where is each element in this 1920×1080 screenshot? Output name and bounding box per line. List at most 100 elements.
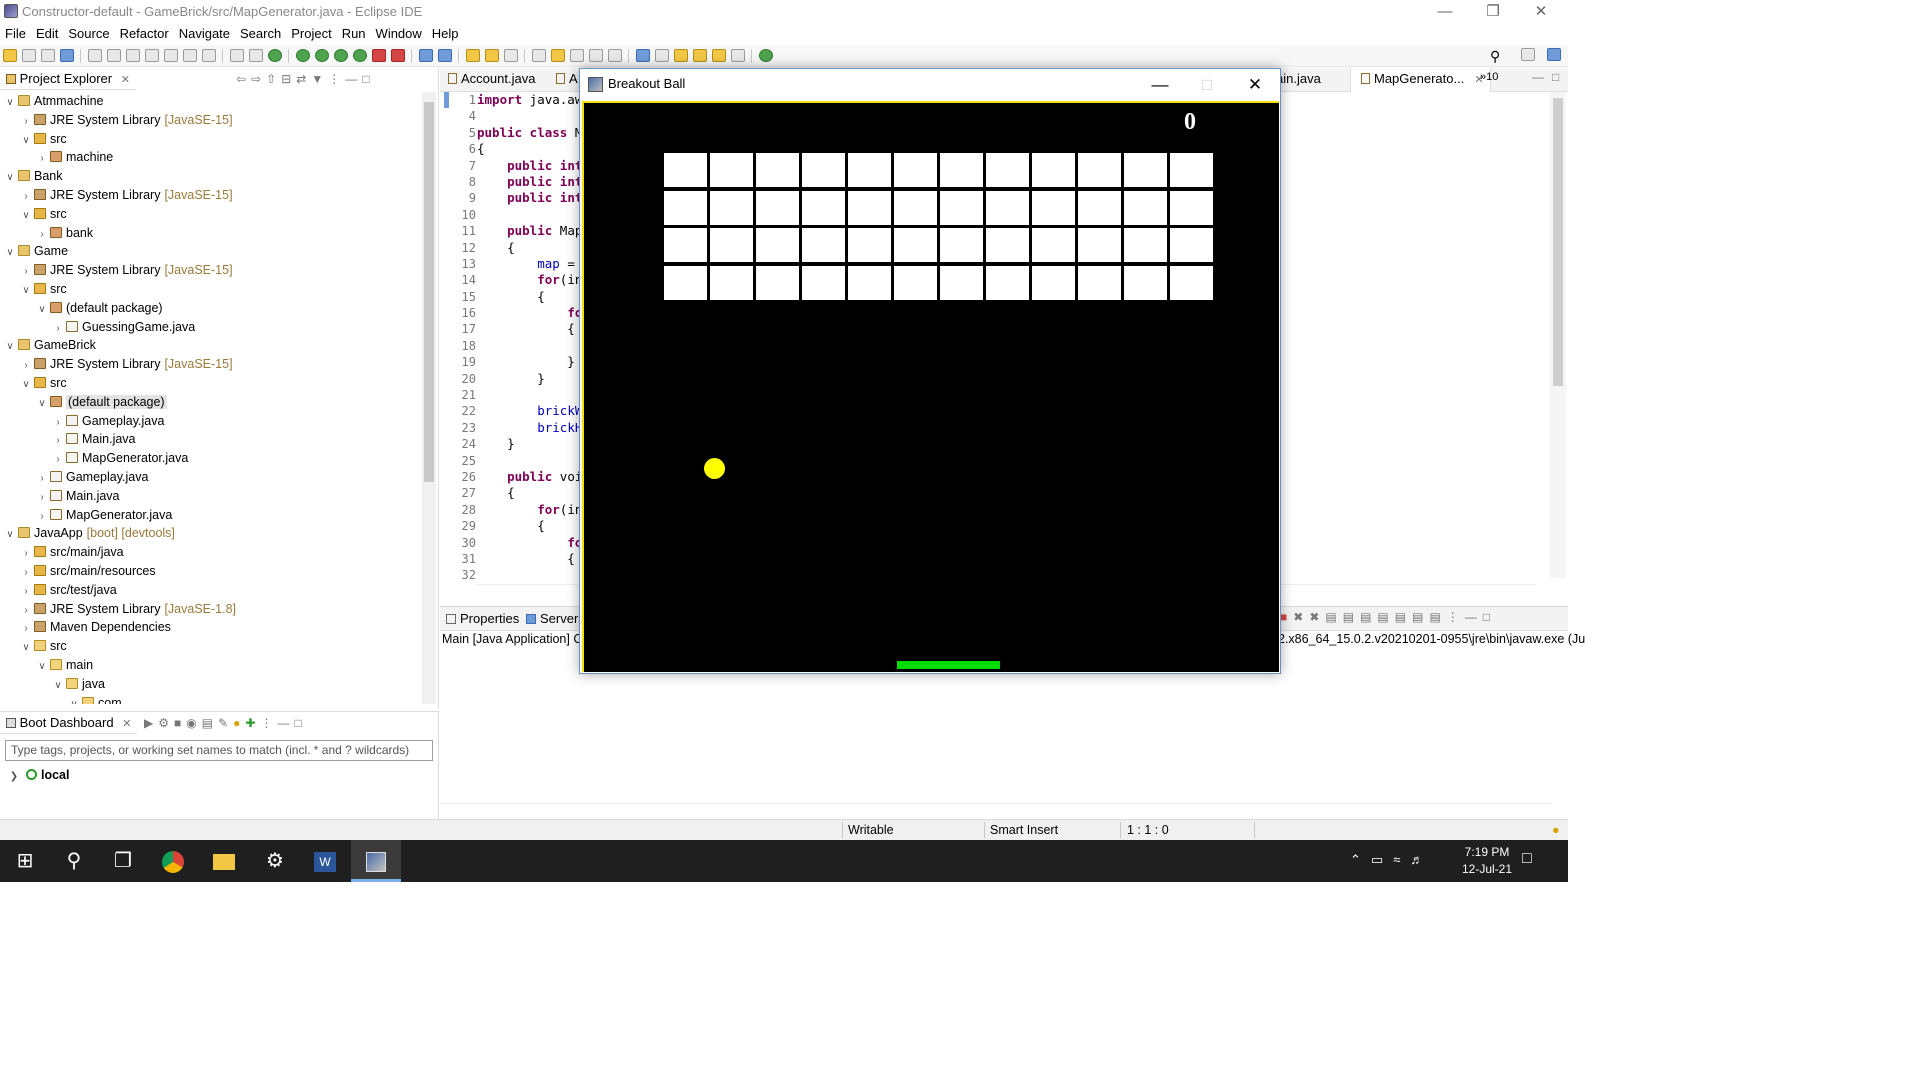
chevron-down-icon[interactable]: ∨ [4,337,16,356]
tree-item[interactable]: ∨ Atmmachine [0,92,103,111]
word-wrap-icon[interactable] [589,49,603,62]
chevron-down-icon[interactable]: ∨ [36,394,48,413]
chevron-down-icon[interactable]: ∨ [4,243,16,262]
open-type-icon[interactable] [466,49,480,62]
filter-input[interactable]: Type tags, projects, or working set name… [5,740,433,761]
tab-account-java[interactable]: Account.java [448,71,535,86]
chevron-right-icon[interactable]: › [20,356,32,375]
link-editor-icon[interactable]: ⇄ [296,72,311,86]
chevron-down-icon[interactable]: ∨ [52,676,64,695]
minimize-icon[interactable]: — [1422,0,1468,24]
tree-item[interactable]: › Gameplay.java [0,468,148,487]
chevron-down-icon[interactable]: ∨ [36,300,48,319]
java-app-icon[interactable] [351,840,401,882]
run-last-icon[interactable] [353,49,367,62]
tab-a[interactable]: A [556,71,578,86]
menu-help[interactable]: Help [427,24,464,41]
new-java-project-icon[interactable] [419,49,433,62]
settings-gear-icon[interactable]: ⚙ [250,840,300,882]
chevron-down-icon[interactable]: ∨ [4,168,16,187]
forward-icon[interactable] [731,49,745,62]
menu-edit[interactable]: Edit [31,24,63,41]
new-icon[interactable] [3,49,17,62]
debug-app-icon[interactable]: ⚙ [158,716,174,730]
properties-icon[interactable]: ✎ [218,716,233,730]
tree-item[interactable]: › MapGenerator.java [0,506,172,525]
chevron-right-icon[interactable]: › [52,413,64,432]
add-icon[interactable]: ✚ [245,716,260,730]
display-console-icon[interactable]: ▤ [1412,610,1429,624]
chevron-right-icon[interactable]: › [52,450,64,469]
file-explorer-icon[interactable] [199,840,249,882]
tree-item[interactable]: › JRE System Library [JavaSE-15] [0,261,232,280]
tree-item[interactable]: › Gameplay.java [0,412,164,431]
console-scrollbar[interactable] [1552,631,1566,801]
local-target[interactable]: ❯ local [8,768,70,782]
chevron-down-icon[interactable]: ∨ [20,281,32,300]
skip-breakpoints-icon[interactable] [88,49,102,62]
chevron-right-icon[interactable]: › [20,619,32,638]
tree-item[interactable]: ∨ main [0,656,93,675]
java-perspective-icon[interactable] [1547,48,1561,61]
show-on-output-icon[interactable]: ▤ [1377,610,1394,624]
tree-item[interactable]: › machine [0,148,113,167]
filter-icon[interactable]: ▼ [311,72,328,86]
tree-item[interactable]: › MapGenerator.java [0,449,188,468]
wifi-icon[interactable]: ≈ [1393,852,1410,867]
up-nav-icon[interactable]: ⇧ [266,72,281,86]
tree-item[interactable]: ∨ (default package) [0,299,162,319]
console-icon[interactable]: ▤ [202,716,218,730]
tab-properties[interactable]: Properties [446,611,519,626]
tree-item[interactable]: ∨ JavaApp [boot] [devtools] [0,524,175,543]
last-edit-icon[interactable] [693,49,707,62]
close-tab-icon[interactable]: ✕ [121,74,130,86]
more-tabs-button[interactable]: »10 [1480,71,1498,83]
chevron-right-icon[interactable]: › [52,319,64,338]
menu-project[interactable]: Project [286,24,336,41]
chevron-up-icon[interactable]: ⌃ [1350,852,1371,867]
stop-app-icon[interactable]: ■ [174,716,186,730]
scroll-lock-icon[interactable]: ▤ [1343,610,1360,624]
scrollbar-thumb[interactable] [424,102,434,482]
console-horizontal-scrollbar[interactable] [440,803,1552,817]
tree-item[interactable]: › src/main/resources [0,562,155,581]
remove-all-icon[interactable]: ✖ [1309,610,1325,624]
tree-item[interactable]: › JRE System Library [JavaSE-15] [0,186,232,205]
editor-scrollbar[interactable] [1550,92,1566,578]
pin-editor-icon[interactable] [759,49,773,62]
pin-console-icon[interactable]: ▤ [1395,610,1412,624]
game-canvas[interactable]: 0 [582,101,1279,672]
scrollbar-thumb[interactable] [1553,98,1563,386]
chevron-right-icon[interactable]: › [52,431,64,450]
forward-nav-icon[interactable]: ⇨ [251,72,266,86]
chevron-right-icon[interactable]: › [36,225,48,244]
chevron-down-icon[interactable]: ∨ [20,638,32,657]
back-nav-icon[interactable]: ⇦ [236,72,251,86]
menu-run[interactable]: Run [337,24,371,41]
stop-icon[interactable] [372,49,386,62]
tree-item[interactable]: ∨ Game [0,242,68,261]
boot-dashboard-icon[interactable] [268,49,282,62]
chrome-icon[interactable] [148,840,198,882]
clock[interactable]: 7:19 PM 12-Jul-21 [1452,844,1522,878]
tab-main-java[interactable]: ain.java [1276,71,1321,86]
terminate-icon[interactable]: ■ [1280,610,1293,624]
new-console-icon[interactable]: ▤ [1429,610,1446,624]
tree-item[interactable]: › src/test/java [0,581,116,600]
tree-item[interactable]: › JRE System Library [JavaSE-15] [0,111,232,130]
menu-file[interactable]: File [0,24,31,41]
minimize-icon[interactable]: — [1137,69,1183,100]
debug-icon[interactable] [296,49,310,62]
menu-source[interactable]: Source [63,24,114,41]
chevron-right-icon[interactable]: › [36,149,48,168]
tree-item[interactable]: › JRE System Library [JavaSE-1.8] [0,600,236,619]
chevron-down-icon[interactable]: ∨ [20,375,32,394]
start-button[interactable]: ⊞ [0,840,50,882]
search-taskbar-icon[interactable]: ⚲ [49,840,99,882]
toggle-icon[interactable] [249,49,263,62]
outline-icon[interactable] [230,49,244,62]
chevron-down-icon[interactable]: ∨ [68,695,80,704]
close-icon[interactable]: ✕ [1518,0,1564,24]
terminate-icon[interactable] [145,49,159,62]
chevron-right-icon[interactable]: ❯ [8,771,20,782]
